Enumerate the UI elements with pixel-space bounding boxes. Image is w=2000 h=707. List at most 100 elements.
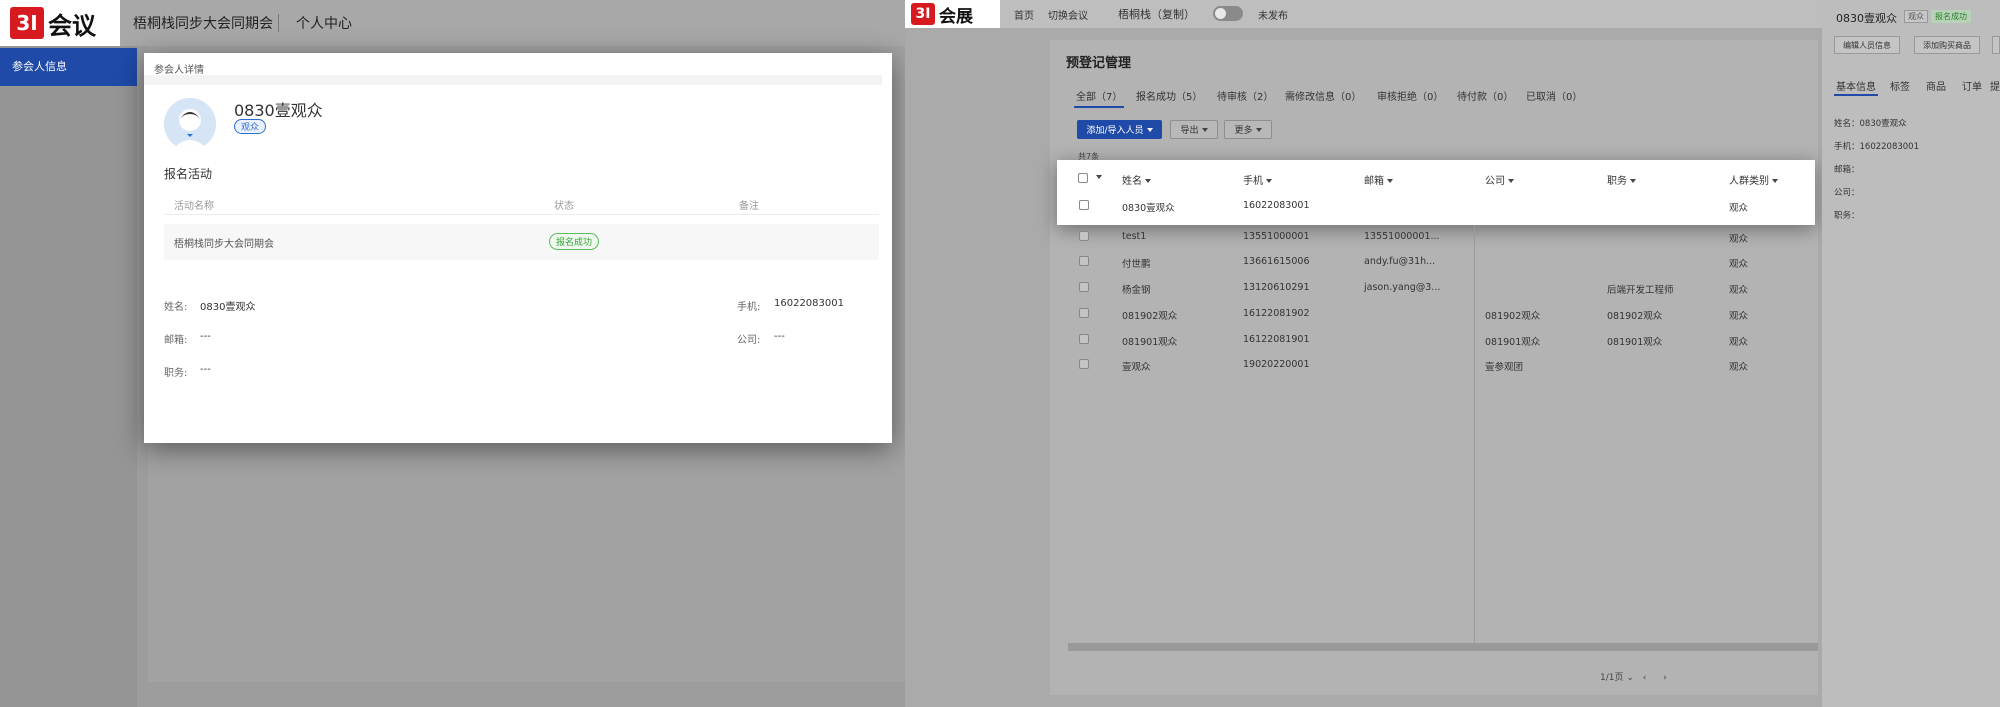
modal-title-divider (144, 75, 882, 85)
panel-attendee-name: 0830壹观众 (1836, 12, 1897, 25)
more-button[interactable]: 更多 (1224, 120, 1272, 139)
panel-type-badge: 观众 (1904, 10, 1928, 23)
chevron-down-icon[interactable] (1096, 175, 1102, 179)
column-header-type[interactable]: 人群类别 (1729, 172, 1778, 187)
cell-type: 观众 (1729, 259, 1749, 270)
attendee-type-badge: 观众 (234, 119, 267, 134)
prev-page-icon[interactable]: ‹ (1643, 673, 1647, 683)
attendee-detail-modal: 参会人详情 0830壹观众 观众 报名活动 活动名称 状态 备注 梧桐栈同步大会… (144, 53, 892, 443)
select-all-checkbox[interactable] (1078, 173, 1088, 183)
sort-icon (1387, 179, 1393, 183)
panel-tab-more[interactable]: 提 (1990, 78, 2000, 93)
status-badge: 报名成功 (549, 233, 600, 250)
tab-cancelled[interactable]: 已取消（0） (1526, 88, 1582, 103)
activity-row: 梧桐栈同步大会同期会 报名成功 (164, 224, 879, 260)
cell-name[interactable]: 081901观众 (1122, 334, 1177, 348)
chevron-down-icon: ⌄ (1626, 673, 1637, 683)
attendee-name: 0830壹观众 (234, 101, 323, 120)
column-header-name[interactable]: 姓名 (1122, 172, 1151, 187)
tab-pending-review[interactable]: 待审核（2） (1217, 88, 1273, 103)
tab-need-modify[interactable]: 需修改信息（0） (1285, 88, 1361, 103)
column-header-email[interactable]: 邮箱 (1364, 172, 1393, 187)
tab-rejected[interactable]: 审核拒绝（0） (1377, 88, 1443, 103)
cell-name[interactable]: 0830壹观众 (1122, 200, 1175, 214)
panel-tab-basic-info[interactable]: 基本信息 (1836, 78, 1876, 93)
job-label: 职务: (164, 368, 188, 379)
cell-name[interactable]: 壹观众 (1122, 359, 1151, 373)
highlighted-table-region (1057, 160, 1815, 225)
cell-type: 观众 (1729, 362, 1749, 373)
tab-registered[interactable]: 报名成功（5） (1136, 88, 1202, 103)
sort-icon (1630, 179, 1636, 183)
column-header-phone[interactable]: 手机 (1243, 172, 1272, 187)
cell-job: 后端开发工程师 (1607, 285, 1674, 296)
nav-divider (278, 14, 279, 32)
next-page-icon[interactable]: › (1663, 673, 1667, 683)
cell-name[interactable]: 081902观众 (1122, 308, 1177, 322)
panel-status-badge: 报名成功 (1931, 10, 1971, 23)
page-indicator[interactable]: 1/1页 (1600, 673, 1624, 683)
section-title: 报名活动 (164, 167, 213, 181)
chevron-down-icon (1146, 127, 1153, 132)
cell-name[interactable]: 付世鹏 (1122, 256, 1151, 270)
panel-tab-active-underline (1834, 94, 1878, 96)
tab-pending-payment[interactable]: 待付款（0） (1457, 88, 1513, 103)
tab-all[interactable]: 全部（7） (1076, 88, 1122, 103)
sort-icon (1508, 179, 1514, 183)
phone-value: 16022083001 (774, 298, 844, 309)
horizontal-scrollbar[interactable] (1068, 643, 1818, 651)
add-purchase-button[interactable]: 添加购买商品 (1914, 36, 1980, 54)
column-activity-name: 活动名称 (174, 201, 214, 212)
chevron-down-icon (1201, 127, 1208, 132)
cell-name[interactable]: test1 (1122, 231, 1146, 242)
row-checkbox[interactable] (1079, 256, 1089, 266)
column-header-company[interactable]: 公司 (1485, 172, 1514, 187)
name-label: 姓名: (164, 302, 188, 313)
activity-table-header: 活动名称 状态 备注 (164, 191, 879, 215)
panel-more-button[interactable] (1992, 36, 2000, 54)
switch-conference-link[interactable]: 切换会议 (1048, 7, 1088, 22)
cell-type: 观众 (1729, 337, 1749, 348)
column-header-name-label: 姓名 (1122, 176, 1142, 187)
pagination: 1/1页 ⌄ ‹ › (1600, 670, 1667, 683)
sidebar-item-attendee-info[interactable]: 参会人信息 (0, 48, 137, 86)
edit-person-button[interactable]: 编辑人员信息 (1834, 36, 1900, 54)
cell-phone: 19020220001 (1243, 359, 1310, 370)
column-header-job[interactable]: 职务 (1607, 172, 1636, 187)
row-checkbox[interactable] (1079, 308, 1089, 318)
name-value: 0830壹观众 (200, 302, 256, 313)
row-checkbox[interactable] (1079, 359, 1089, 369)
row-checkbox[interactable] (1079, 282, 1089, 292)
cell-phone: 13120610291 (1243, 282, 1310, 293)
sort-icon (1145, 179, 1151, 183)
panel-tab-products[interactable]: 商品 (1926, 78, 1946, 93)
export-button[interactable]: 导出 (1170, 120, 1218, 139)
logo-text: 会展 (939, 6, 973, 27)
cell-name[interactable]: 杨金钢 (1122, 282, 1151, 296)
cell-email: 13551000001... (1364, 231, 1440, 242)
cell-phone: 16122081901 (1243, 334, 1310, 345)
column-header-type-label: 人群类别 (1729, 176, 1769, 187)
cell-phone: 16022083001 (1243, 200, 1310, 211)
conference-name-link[interactable]: 梧桐栈同步大会同期会 (133, 13, 273, 33)
cell-type: 观众 (1729, 311, 1749, 322)
email-value: --- (200, 331, 211, 342)
add-import-button[interactable]: 添加/导入人员 (1077, 120, 1162, 139)
cell-company: 081902观众 (1485, 311, 1541, 322)
panel-tab-orders[interactable]: 订单 (1962, 78, 1982, 93)
avatar (164, 98, 216, 150)
logo-left: 3I 会议 (0, 0, 120, 46)
personal-center-link[interactable]: 个人中心 (296, 13, 352, 33)
row-checkbox[interactable] (1079, 334, 1089, 344)
modal-title: 参会人详情 (154, 65, 204, 76)
job-value: --- (200, 364, 211, 375)
row-checkbox[interactable] (1079, 231, 1089, 241)
cell-phone: 16122081902 (1243, 308, 1310, 319)
panel-tab-tags[interactable]: 标签 (1890, 78, 1910, 93)
more-label: 更多 (1234, 126, 1253, 136)
panel-field-name: 姓名：0830壹观众 (1834, 119, 1907, 129)
row-checkbox[interactable] (1079, 200, 1089, 210)
company-value: --- (774, 331, 785, 342)
column-note: 备注 (739, 201, 759, 212)
home-link[interactable]: 首页 (1014, 7, 1034, 22)
